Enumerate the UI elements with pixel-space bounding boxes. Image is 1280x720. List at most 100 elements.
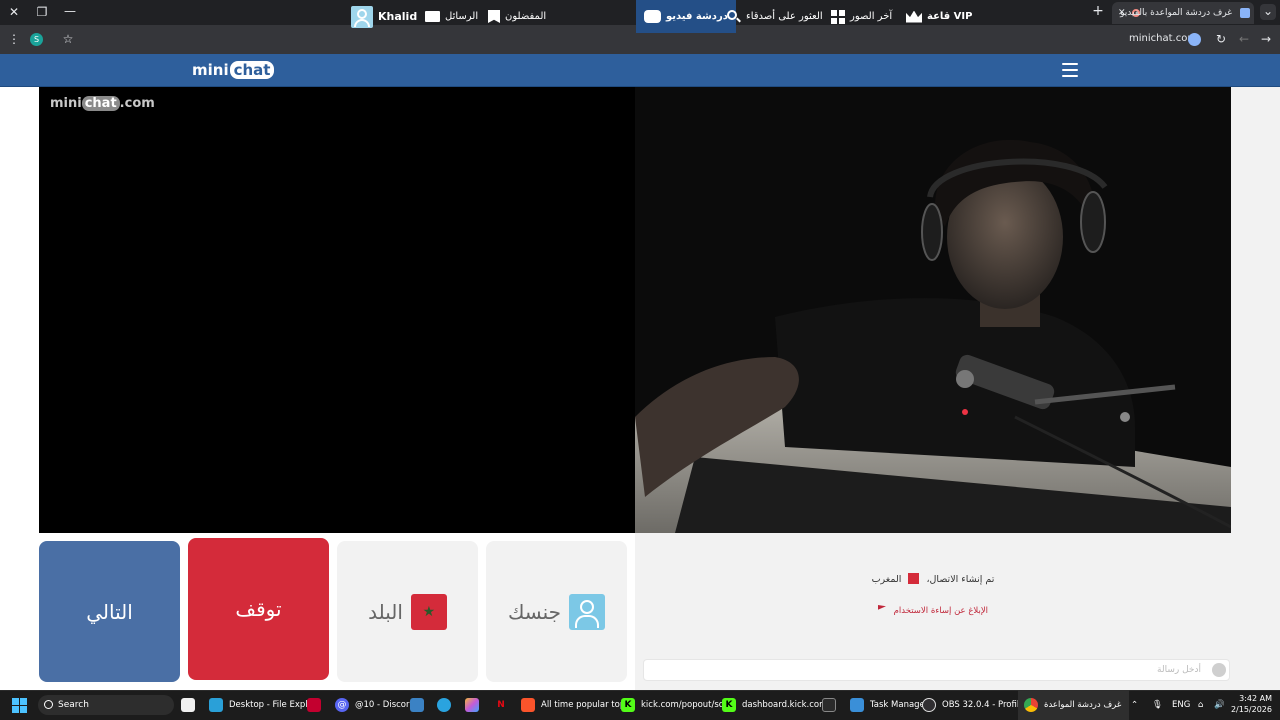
gender-filter-button[interactable]: جنسك — [486, 541, 627, 682]
person-icon — [569, 593, 606, 630]
connection-text: تم إنشاء الاتصال، — [926, 574, 995, 585]
taskbar-kick-popout[interactable]: Kkick.com/popout/sc — [621, 690, 723, 720]
language-indicator[interactable]: ENG — [1172, 690, 1190, 720]
taskbar-search[interactable]: Search — [38, 695, 174, 715]
taskbar-brave[interactable]: All time popular top — [521, 690, 625, 720]
window-restore-icon[interactable]: ❐ — [34, 5, 50, 21]
taskbar-file-explorer[interactable]: Desktop - File Explc — [209, 690, 312, 720]
kick-icon: K — [621, 698, 635, 712]
flag-icon — [877, 605, 886, 610]
country-flag-icon — [908, 573, 920, 584]
tab-search-icon[interactable]: ⌄ — [1260, 4, 1276, 20]
taskbar-app[interactable] — [410, 690, 424, 720]
envelope-icon — [425, 11, 440, 22]
minichat-logo[interactable]: mini chat — [192, 60, 275, 80]
nav-find-friends[interactable]: العثور على أصدقاء — [727, 0, 823, 33]
photos-icon — [410, 698, 424, 712]
telegram-icon — [437, 698, 451, 712]
country-filter-button[interactable]: البلد ★ — [337, 541, 478, 682]
window-minimize-icon[interactable]: — — [62, 4, 78, 20]
calendar-icon — [181, 698, 195, 712]
profile-avatar[interactable]: S — [30, 33, 43, 46]
taskbar-search-label: Search — [58, 700, 89, 710]
discord-icon: @ — [335, 698, 349, 712]
taskbar-obs[interactable]: OBS 32.0.4 - Profile: — [922, 690, 1027, 720]
url-text[interactable]: minichat.com — [1129, 25, 1197, 53]
taskbar-app[interactable] — [465, 690, 479, 720]
video-chat-icon — [644, 10, 661, 23]
lang-label: ENG — [1172, 700, 1191, 710]
video-watermark: mini chat .com — [50, 95, 155, 113]
task-manager-icon — [850, 698, 864, 712]
tray-overflow-icon[interactable]: ⌃ — [1131, 690, 1138, 720]
taskbar-discord[interactable]: @ @10 - Discor — [335, 690, 410, 720]
browser-menu-icon[interactable]: ⋮ — [6, 32, 22, 48]
taskbar-app[interactable] — [307, 690, 321, 720]
bookmark-star-icon[interactable]: ☆ — [60, 32, 76, 48]
chat-message-input[interactable]: أدخل رسالة — [643, 659, 1230, 681]
clock-time: 3:42 AM — [1239, 694, 1272, 703]
kick-icon: K — [722, 698, 736, 712]
taskbar-netflix[interactable]: N — [494, 690, 508, 720]
grid-icon — [831, 9, 845, 24]
window-close-icon[interactable]: ✕ — [6, 5, 22, 21]
watermark-bubble: chat — [81, 96, 120, 111]
tab-title: غرف دردشة المواعدة بالفيديو — [1120, 8, 1232, 18]
taskbar-chrome[interactable]: غرف دردشة المواعدة — [1018, 690, 1130, 720]
volume-icon[interactable]: 🔊 — [1214, 690, 1225, 720]
watermark-suffix: .com — [119, 96, 155, 111]
taskbar-task-manager[interactable]: Task Manage — [850, 690, 925, 720]
nav-latest-photos-label: آخر الصور — [850, 11, 893, 22]
chrome-icon — [1024, 698, 1038, 712]
emoji-icon[interactable] — [1212, 663, 1226, 677]
search-icon — [727, 9, 741, 24]
nav-vip[interactable]: قاعة VIP — [906, 0, 972, 33]
microphone-icon[interactable]: 🎙 — [1152, 690, 1163, 720]
nav-latest-photos[interactable]: آخر الصور — [831, 0, 892, 33]
taskbar-label: dashboard.kick.com, — [742, 700, 831, 710]
stop-button-label: توقف — [235, 597, 282, 621]
clock[interactable]: 3:42 AM 2/15/2026 — [1228, 693, 1272, 715]
flag-icon: ★ — [410, 593, 447, 630]
report-abuse-link[interactable]: الإبلاغ عن إساءة الاستخدام — [635, 605, 1231, 617]
windows-start-icon[interactable] — [12, 698, 27, 713]
brave-icon — [521, 698, 535, 712]
taskbar-label: All time popular top — [541, 700, 626, 710]
remote-video — [39, 87, 635, 533]
taskbar-widget[interactable] — [181, 690, 195, 720]
taskbar-telegram[interactable] — [437, 690, 451, 720]
nav-find-friends-label: العثور على أصدقاء — [746, 11, 823, 22]
taskbar-app[interactable] — [822, 690, 836, 720]
taskbar-label: kick.com/popout/sc — [641, 700, 724, 710]
browser-tab-active[interactable]: ✕ غرف دردشة المواعدة بالفيديو — [1112, 2, 1254, 24]
hamburger-icon[interactable] — [1062, 63, 1078, 77]
forward-icon[interactable]: → — [1258, 32, 1274, 48]
logo-text-main: mini — [192, 61, 229, 79]
next-button[interactable]: التالي — [39, 541, 180, 682]
nav-user-profile[interactable]: Khalid — [351, 0, 417, 33]
angular-icon — [307, 698, 321, 712]
nav-messages[interactable]: الرسائل — [425, 0, 478, 33]
nav-video-chat[interactable]: دردشة فيديو — [636, 0, 736, 33]
back-icon[interactable]: ← — [1236, 32, 1252, 48]
taskbar-label: OBS 32.0.4 - Profile: — [942, 700, 1028, 710]
next-button-label: التالي — [86, 599, 133, 624]
epic-games-icon — [822, 698, 836, 712]
connection-status: تم إنشاء الاتصال، المغرب — [635, 573, 1231, 587]
taskbar-label: @10 - Discor — [355, 700, 410, 710]
avatar-icon — [351, 5, 373, 28]
camera-permission-icon[interactable] — [1188, 33, 1201, 46]
gender-button-label: جنسك — [507, 599, 562, 624]
network-icon[interactable]: ⌂ — [1198, 690, 1203, 720]
search-icon — [44, 700, 53, 709]
nav-vip-label: قاعة VIP — [927, 11, 973, 22]
nav-favorites[interactable]: المفضلون — [488, 0, 546, 33]
reload-icon[interactable]: ↻ — [1213, 32, 1229, 48]
stop-button[interactable]: توقف — [188, 538, 329, 680]
taskbar-kick-dashboard[interactable]: Kdashboard.kick.com, — [722, 690, 830, 720]
copilot-icon — [465, 698, 479, 712]
right-margin — [1231, 87, 1280, 690]
nav-favorites-label: المفضلون — [505, 11, 547, 22]
new-tab-button[interactable]: + — [1090, 4, 1106, 20]
netflix-icon: N — [497, 700, 505, 710]
